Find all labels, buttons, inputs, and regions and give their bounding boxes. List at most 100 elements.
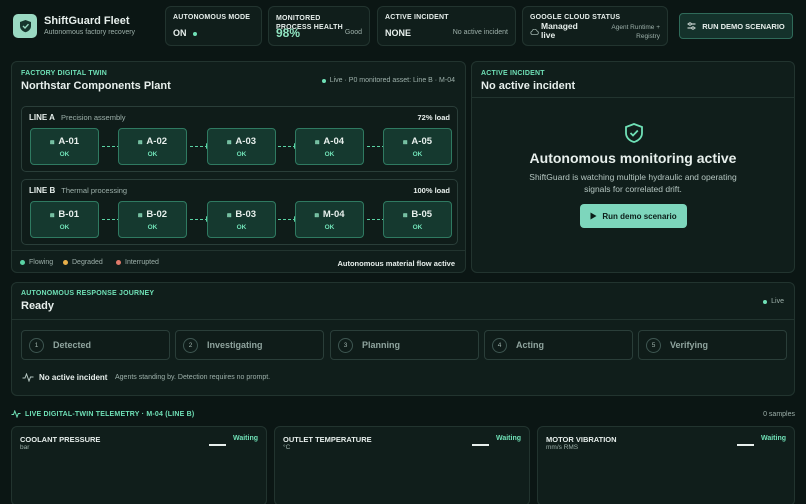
telemetry-card-coolant-pressure: COOLANT PRESSURE bar Waiting <box>11 426 267 504</box>
active-incident-status: No active incident <box>452 29 508 36</box>
machine-node[interactable]: ⧈ A-05 OK <box>383 128 452 165</box>
telemetry-card-title: OUTLET TEMPERATURE <box>283 435 372 444</box>
legend-interrupted: Interrupted <box>116 259 159 266</box>
machine-node[interactable]: ⧈ B-02 OK <box>118 201 187 238</box>
machine-icon: ⧈ <box>226 139 232 146</box>
active-incident-value: NONE <box>385 28 412 38</box>
line-a-load: 72% load <box>417 113 450 122</box>
brand-title: ShiftGuard Fleet <box>44 15 130 27</box>
line-b-title: LINE B Thermal processing <box>29 186 128 195</box>
run-demo-scenario-label: Run demo scenario <box>602 211 677 221</box>
journey-status-text: Agents standing by. Detection requires n… <box>115 374 271 381</box>
status-dot-icon <box>193 31 198 36</box>
empty-value-dash <box>472 444 489 446</box>
telemetry-card-title: MOTOR VIBRATION <box>546 435 617 444</box>
machine-icon: ⧈ <box>314 139 320 146</box>
step-planning: 3 Planning <box>330 330 479 360</box>
machine-node[interactable]: ⧈ A-04 OK <box>295 128 364 165</box>
machine-icon: ⧈ <box>49 212 55 219</box>
incident-title: No active incident <box>481 80 576 92</box>
run-demo-button[interactable]: RUN DEMO SCENARIO <box>679 13 793 39</box>
empty-value-dash <box>209 444 226 446</box>
divider <box>12 250 465 251</box>
autonomous-mode-label: Autonomous mode <box>173 14 251 21</box>
step-verifying: 5 Verifying <box>638 330 787 360</box>
flow-status: Autonomous material flow active <box>337 259 455 268</box>
machine-node[interactable]: ⧈ B-01 OK <box>30 201 99 238</box>
active-incident-panel: Active incident No active incident Auton… <box>471 61 795 273</box>
process-health-card: Monitored process health 98% Good <box>268 6 370 46</box>
flow-connector <box>190 142 211 149</box>
response-journey-panel: Autonomous response journey Ready Live 1… <box>11 282 795 396</box>
play-icon <box>590 212 597 220</box>
machine-icon: ⧈ <box>314 212 319 219</box>
telemetry-card-unit: °C <box>283 444 291 451</box>
telemetry-card-title: COOLANT PRESSURE <box>20 435 101 444</box>
cloud-icon <box>530 29 539 35</box>
empty-value-dash <box>737 444 754 446</box>
telemetry-card-status: Waiting <box>760 435 786 442</box>
machine-icon: ⧈ <box>137 212 143 219</box>
step-investigating: 2 Investigating <box>175 330 324 360</box>
divider <box>472 97 794 98</box>
line-b-load: 100% load <box>413 186 450 195</box>
telemetry-section-label: Live digital-twin telemetry · M-04 (Line… <box>25 411 195 418</box>
sliders-icon <box>687 22 696 30</box>
factory-twin-panel: Factory digital twin Northstar Component… <box>11 61 466 273</box>
step-acting: 4 Acting <box>484 330 633 360</box>
line-b: LINE B Thermal processing 100% load ⧈ B-01… <box>21 179 458 245</box>
telemetry-card-unit: bar <box>20 444 30 451</box>
twin-section-label: Factory digital twin <box>21 70 108 77</box>
run-demo-scenario-button[interactable]: Run demo scenario <box>580 204 687 228</box>
line-a: LINE A Precision assembly 72% load ⧈ A-01 O… <box>21 106 458 172</box>
flow-connector <box>278 215 299 222</box>
pulse-icon <box>11 410 21 418</box>
brand-subtitle: Autonomous factory recovery <box>44 29 136 36</box>
machine-icon: ⧈ <box>402 212 408 219</box>
machine-node-monitored[interactable]: ⧈ M-04 OK <box>295 201 364 238</box>
flow-connector <box>278 142 299 149</box>
machine-icon: ⧈ <box>226 212 232 219</box>
legend-dot-icon <box>20 260 25 265</box>
incident-section-label: Active incident <box>481 70 545 77</box>
line-a-title: LINE A Precision assembly <box>29 113 126 122</box>
live-asset-indicator: Live · P0 monitored asset: Line B · M-04 <box>321 77 455 84</box>
shield-icon <box>19 20 31 33</box>
flow-connector <box>190 215 211 222</box>
journey-status-title: No active incident <box>39 373 108 382</box>
legend-dot-icon <box>116 260 121 265</box>
active-incident-card: Active incident NONE No active incident <box>377 6 516 46</box>
cloud-status-detail: Agent Runtime + Registry <box>611 24 660 40</box>
legend-flowing: Flowing <box>20 259 53 266</box>
divider <box>12 319 794 320</box>
step-detected: 1 Detected <box>21 330 170 360</box>
machine-node[interactable]: ⧈ B-05 OK <box>383 201 452 238</box>
monitoring-body: ShiftGuard is watching multiple hydrauli… <box>529 172 737 194</box>
machine-node[interactable]: ⧈ A-03 OK <box>207 128 276 165</box>
journey-live: Live <box>763 298 784 305</box>
telemetry-samples: 0 samples <box>763 411 795 418</box>
telemetry-card-outlet-temperature: OUTLET TEMPERATURE °C Waiting <box>274 426 530 504</box>
legend-dot-icon <box>63 260 68 265</box>
telemetry-card-status: Waiting <box>495 435 521 442</box>
cloud-status-card: Google Cloud status Managed live Agent R… <box>522 6 668 46</box>
telemetry-card-motor-vibration: MOTOR VIBRATION mm/s RMS Waiting <box>537 426 795 504</box>
machine-icon: ⧈ <box>402 139 408 146</box>
machine-icon: ⧈ <box>137 139 143 146</box>
shield-check-icon <box>625 123 643 143</box>
machine-node[interactable]: ⧈ B-03 OK <box>207 201 276 238</box>
run-demo-label: RUN DEMO SCENARIO <box>702 21 785 31</box>
machine-node[interactable]: ⧈ A-01 OK <box>30 128 99 165</box>
process-health-value: 98% <box>276 26 301 40</box>
machine-node[interactable]: ⧈ A-02 OK <box>118 128 187 165</box>
process-health-status: Good <box>344 29 362 36</box>
journey-section-label: Autonomous response journey <box>21 290 155 297</box>
activity-icon <box>22 373 34 382</box>
telemetry-card-unit: mm/s RMS <box>546 444 579 451</box>
journey-title: Ready <box>21 300 55 312</box>
live-asset-text: Live · P0 monitored asset: Line B · M-04 <box>329 77 455 84</box>
autonomous-mode-value: ON <box>173 28 198 38</box>
autonomous-mode-card: Autonomous mode ON <box>165 6 262 46</box>
machine-icon: ⧈ <box>49 139 55 146</box>
plant-name: Northstar Components Plant <box>21 80 171 92</box>
